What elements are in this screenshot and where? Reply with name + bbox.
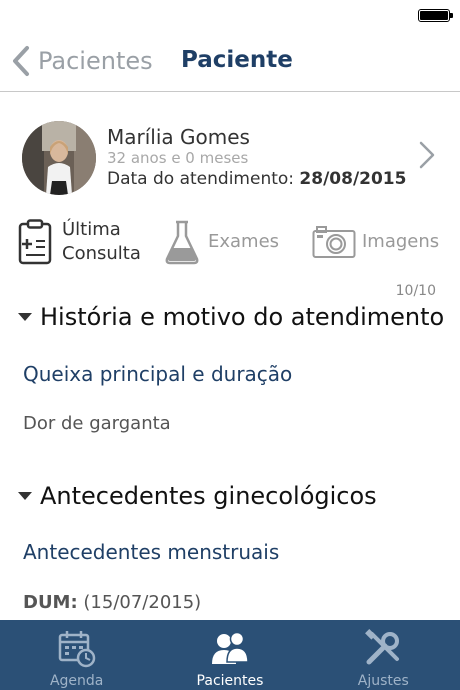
tools-icon xyxy=(365,629,400,665)
section-subtitle: Antecedentes menstruais xyxy=(23,540,280,564)
last-visit-button[interactable]: Última Consulta xyxy=(18,218,141,266)
tab-bar: Agenda Pacientes Ajustes xyxy=(0,620,460,690)
images-button[interactable]: Imagens xyxy=(312,225,439,259)
navigation-bar: Pacientes Paciente xyxy=(0,30,460,92)
section-history-header[interactable]: História e motivo do atendimento xyxy=(18,303,444,331)
tab-pacientes[interactable]: Pacientes xyxy=(153,620,306,690)
section-text: Dor de garganta xyxy=(23,413,171,434)
attendance-date-label: Data do atendimento: xyxy=(107,169,295,189)
section-text: DUM: (15/07/2015) xyxy=(23,592,201,613)
flask-icon xyxy=(165,220,199,265)
patient-summary-row[interactable]: Marília Gomes 32 anos e 0 meses Data do … xyxy=(0,118,460,198)
tab-label: Pacientes xyxy=(196,673,264,689)
last-visit-line1: Última xyxy=(62,219,121,240)
images-label: Imagens xyxy=(362,231,440,252)
section-title: Antecedentes ginecológicos xyxy=(40,482,377,510)
tab-agenda[interactable]: Agenda xyxy=(0,620,153,690)
back-label: Pacientes xyxy=(38,47,153,75)
battery-icon xyxy=(418,9,453,22)
record-counter: 10/10 xyxy=(395,283,436,299)
actions-row: Última Consulta Exames Imagens xyxy=(0,215,460,271)
tab-label: Ajustes xyxy=(357,673,409,689)
camera-icon xyxy=(312,226,356,258)
calendar-clock-icon xyxy=(58,631,95,668)
status-bar xyxy=(0,0,460,30)
attendance-date: Data do atendimento: 28/08/2015 xyxy=(107,169,406,189)
back-button[interactable]: Pacientes xyxy=(10,44,153,78)
clipboard-icon xyxy=(18,219,52,265)
collapse-triangle-icon xyxy=(18,492,32,500)
page-title: Paciente xyxy=(181,47,293,73)
avatar xyxy=(22,121,96,195)
patient-name: Marília Gomes xyxy=(107,125,250,149)
section-subtitle: Queixa principal e duração xyxy=(23,362,293,386)
dum-value: (15/07/2015) xyxy=(83,592,202,613)
last-visit-line2: Consulta xyxy=(62,243,141,264)
attendance-date-value: 28/08/2015 xyxy=(299,169,407,189)
tab-ajustes[interactable]: Ajustes xyxy=(307,620,460,690)
section-title: História e motivo do atendimento xyxy=(40,303,445,331)
dum-label: DUM: xyxy=(23,592,78,613)
exams-label: Exames xyxy=(208,231,280,252)
chevron-left-icon xyxy=(13,46,29,76)
chevron-right-icon xyxy=(419,141,435,169)
section-gyneco-header[interactable]: Antecedentes ginecológicos xyxy=(18,482,377,510)
collapse-triangle-icon xyxy=(18,313,32,321)
patient-age: 32 anos e 0 meses xyxy=(107,149,249,167)
last-visit-label: Última Consulta xyxy=(62,218,141,266)
tab-label: Agenda xyxy=(49,673,104,689)
exams-button[interactable]: Exames xyxy=(164,219,279,265)
people-icon xyxy=(211,631,249,664)
